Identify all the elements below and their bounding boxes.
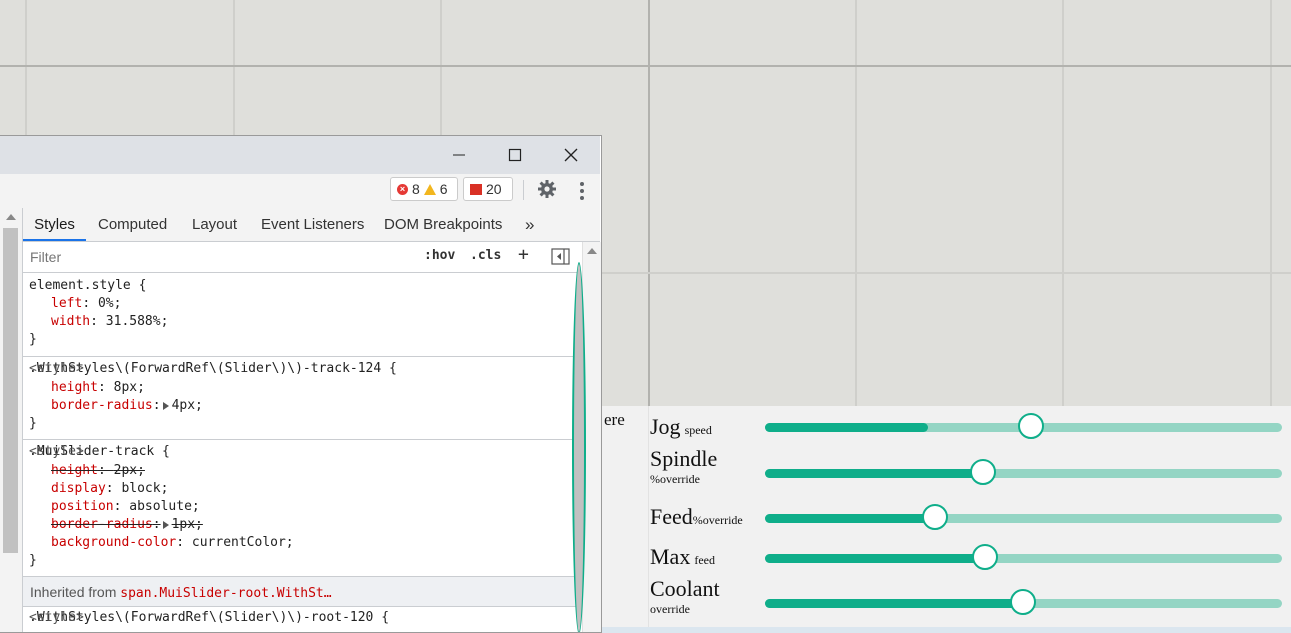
tab-event-listeners[interactable]: Event Listeners — [261, 208, 364, 241]
slider-label: Coolant override — [650, 576, 720, 616]
maximize-button[interactable] — [492, 136, 538, 174]
styles-pane: element.style { left: 0%; width: 31.588%… — [23, 273, 581, 632]
more-options-icon[interactable] — [580, 182, 584, 200]
css-declaration[interactable]: height: 8px; — [51, 379, 145, 397]
slider-track-fill — [765, 554, 986, 563]
console-counts-button[interactable]: × 8 6 — [390, 177, 458, 201]
styles-filter-input[interactable] — [26, 246, 418, 268]
page-bottom-strip — [600, 627, 1291, 633]
css-declaration[interactable]: position: absolute; — [51, 498, 200, 516]
error-count: 8 — [412, 181, 420, 197]
css-declaration-overridden[interactable]: height: 2px; — [51, 462, 145, 480]
slider-thumb[interactable] — [1009, 589, 1036, 615]
styles-scrollbar[interactable] — [572, 242, 601, 632]
error-icon: × — [397, 183, 408, 195]
coolant-override-slider[interactable] — [765, 589, 1282, 615]
rule-close-brace: } — [29, 553, 37, 568]
maximize-icon — [508, 148, 522, 162]
slider-track-fill — [765, 469, 983, 478]
rule-close-brace: } — [29, 332, 37, 347]
spindle-override-slider[interactable] — [765, 459, 1282, 485]
devtools-toolbar: × 8 6 20 — [0, 174, 600, 209]
scroll-up-arrow-icon[interactable] — [587, 248, 597, 254]
expand-triangle-icon[interactable] — [162, 520, 169, 529]
minimize-button[interactable] — [436, 136, 482, 174]
scroll-up-arrow-icon[interactable] — [6, 214, 16, 220]
rule-source-link[interactable]: <style> — [29, 360, 577, 378]
inherited-from-header: Inherited from span.MuiSlider-root.WithS… — [23, 577, 581, 607]
new-style-rule-plus-icon[interactable]: + — [518, 244, 529, 265]
css-rule: .WithStyles\(ForwardRef\(Slider\)\)-root… — [23, 607, 581, 632]
css-rule: .MuiSlider-track { <style> height: 2px; … — [23, 440, 581, 577]
css-declaration[interactable]: border-radius: 4px; — [51, 397, 203, 415]
elements-scrollbar[interactable] — [0, 208, 23, 632]
slider-label: Spindle %override — [650, 446, 718, 486]
inherited-node-link[interactable]: span.MuiSlider-root.WithSt… — [120, 586, 331, 601]
slider-label: Max feed — [650, 544, 715, 569]
slider-thumb[interactable] — [969, 459, 996, 485]
issues-count: 20 — [486, 181, 502, 197]
issues-flag-icon — [470, 183, 482, 195]
settings-gear-icon[interactable] — [537, 179, 557, 199]
issues-button[interactable]: 20 — [463, 177, 513, 201]
max-feed-slider[interactable] — [765, 544, 1282, 570]
styles-tabbar: Styles Computed Layout Event Listeners D… — [23, 208, 600, 242]
minimize-icon — [453, 154, 465, 156]
inherited-label: Inherited from — [30, 584, 117, 600]
scroll-thumb[interactable] — [3, 228, 18, 553]
rule-source-link[interactable]: <style> — [29, 443, 577, 461]
tab-layout[interactable]: Layout — [192, 208, 237, 241]
window-titlebar[interactable] — [0, 136, 600, 174]
tab-computed[interactable]: Computed — [98, 208, 167, 241]
class-toggle[interactable]: .cls — [470, 248, 501, 263]
hover-state-toggle[interactable]: :hov — [424, 248, 455, 263]
close-icon — [564, 148, 578, 162]
tab-styles[interactable]: Styles — [23, 208, 86, 241]
warning-icon — [423, 183, 436, 195]
close-button[interactable] — [548, 136, 594, 174]
css-declaration[interactable]: display: block; — [51, 480, 168, 498]
css-rule: .WithStyles\(ForwardRef\(Slider\)\)-trac… — [23, 357, 581, 440]
css-rule: element.style { left: 0%; width: 31.588%… — [23, 273, 581, 357]
jog-speed-slider[interactable] — [765, 413, 1282, 439]
rule-selector[interactable]: element.style { — [29, 277, 146, 295]
css-declaration-overridden[interactable]: border-radius: 1px; — [51, 516, 203, 534]
more-tabs-chevron-icon[interactable]: » — [525, 208, 534, 241]
slider-thumb[interactable] — [972, 544, 999, 570]
toggle-sidebar-icon[interactable] — [551, 248, 571, 266]
devtools-window: × 8 6 20 Styles Computed Layout Event Li… — [0, 135, 602, 633]
slider-track-fill — [765, 423, 929, 432]
slider-track-fill — [765, 514, 936, 523]
slider-label: Jog speed — [650, 414, 712, 439]
css-declaration[interactable]: width: 31.588%; — [51, 313, 168, 331]
slider-label: Feed%override — [650, 504, 743, 529]
clipped-text: ere — [604, 410, 625, 429]
slider-thumb[interactable] — [922, 504, 949, 530]
rule-source-link[interactable]: <style> — [29, 609, 577, 627]
css-declaration[interactable]: background-color: currentColor; — [51, 534, 294, 552]
feed-override-slider[interactable] — [765, 504, 1282, 530]
rule-close-brace: } — [29, 416, 37, 431]
override-panel: ere Jog speed Spindle %override Feed%over… — [600, 406, 1291, 627]
slider-thumb[interactable] — [1018, 413, 1045, 439]
tab-dom-breakpoints[interactable]: DOM Breakpoints — [384, 208, 502, 241]
slider-track-fill — [765, 599, 1023, 608]
warning-count: 6 — [439, 181, 448, 197]
scroll-thumb[interactable] — [572, 262, 586, 632]
styles-filter-bar: :hov .cls + — [23, 242, 581, 273]
css-declaration[interactable]: left: 0%; — [51, 295, 121, 313]
expand-triangle-icon[interactable] — [162, 401, 169, 410]
